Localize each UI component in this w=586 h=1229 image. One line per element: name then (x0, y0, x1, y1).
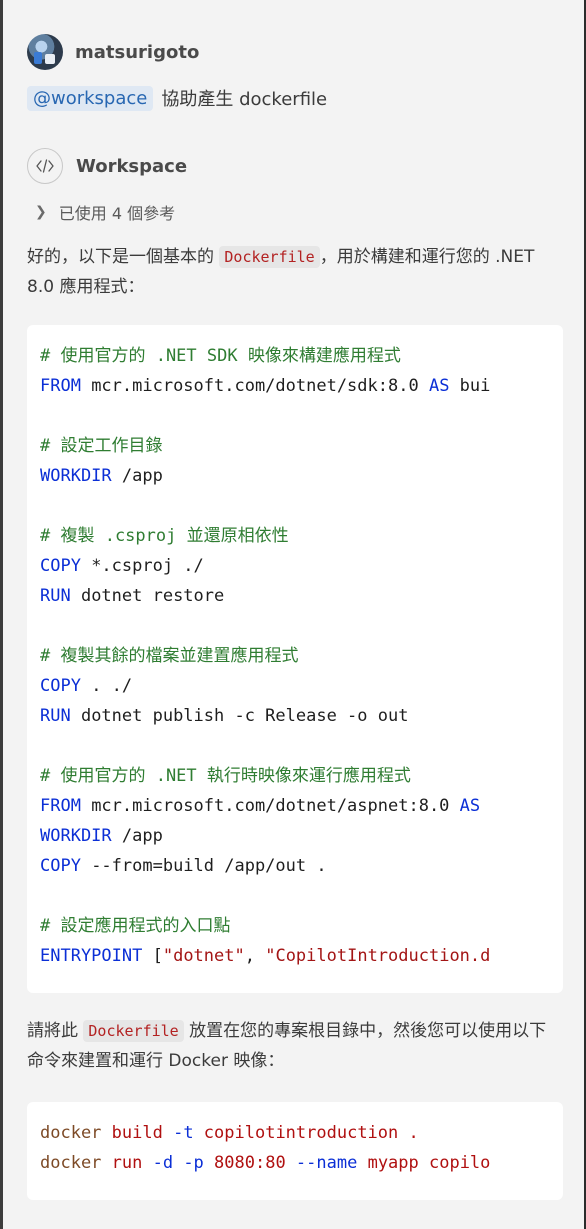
workspace-mention[interactable]: @workspace (27, 85, 154, 111)
references-label: 已使用 4 個參考 (58, 204, 176, 223)
code-line: ENTRYPOINT ["dotnet", "CopilotIntroducti… (40, 946, 491, 966)
code-line: COPY --from=build /app/out . (40, 856, 327, 876)
dockerfile-code-block[interactable]: # 使用官方的 .NET SDK 映像來構建應用程式 FROM mcr.micr… (27, 325, 563, 993)
inline-code-dockerfile: Dockerfile (219, 246, 320, 268)
code-line: FROM mcr.microsoft.com/dotnet/sdk:8.0 AS… (40, 376, 491, 396)
user-message-header: matsurigoto (27, 34, 199, 70)
user-avatar[interactable] (27, 34, 63, 70)
code-line: FROM mcr.microsoft.com/dotnet/aspnet:8.0… (40, 796, 481, 816)
agent-response-header: Workspace (27, 148, 187, 184)
code-line: WORKDIR /app (40, 826, 163, 846)
code-line: # 設定工作目錄 (40, 436, 163, 456)
chevron-right-icon: ❯ (35, 204, 47, 220)
code-line: # 使用官方的 .NET SDK 映像來構建應用程式 (40, 346, 401, 366)
agent-name: Workspace (76, 155, 188, 177)
response-instructions: 請將此 Dockerfile 放置在您的專案根目錄中，然後您可以使用以下命令來建… (27, 1016, 563, 1076)
prompt-text: 協助產生 dockerfile (161, 89, 328, 110)
code-line: docker build -t copilotintroduction . (40, 1123, 419, 1143)
inline-code-dockerfile: Dockerfile (83, 1020, 184, 1042)
code-line: docker run -d -p 8080:80 --name myapp co… (40, 1153, 491, 1173)
code-line: COPY *.csproj ./ (40, 556, 204, 576)
code-line: COPY . ./ (40, 676, 133, 696)
response-intro: 好的，以下是一個基本的 Dockerfile ，用於構建和運行您的 .NET 8.… (27, 242, 563, 302)
code-line: # 複製 .csproj 並還原相依性 (40, 526, 289, 546)
username: matsurigoto (75, 41, 200, 63)
user-prompt: @workspace 協助產生 dockerfile (27, 84, 327, 112)
code-icon (27, 148, 63, 184)
window-left-border (0, 0, 3, 1229)
code-line: # 複製其餘的檔案並建置應用程式 (40, 646, 299, 666)
references-toggle[interactable]: ❯ 已使用 4 個參考 (35, 199, 175, 225)
code-line: # 設定應用程式的入口點 (40, 916, 231, 936)
code-line: # 使用官方的 .NET 執行時映像來運行應用程式 (40, 766, 411, 786)
code-line: WORKDIR /app (40, 466, 163, 486)
code-line: RUN dotnet restore (40, 586, 225, 606)
shell-code-block[interactable]: docker build -t copilotintroduction . do… (27, 1102, 563, 1200)
intro-text-before: 好的，以下是一個基本的 (27, 247, 220, 267)
instructions-text-before: 請將此 (27, 1021, 84, 1041)
code-line: RUN dotnet publish -c Release -o out (40, 706, 409, 726)
